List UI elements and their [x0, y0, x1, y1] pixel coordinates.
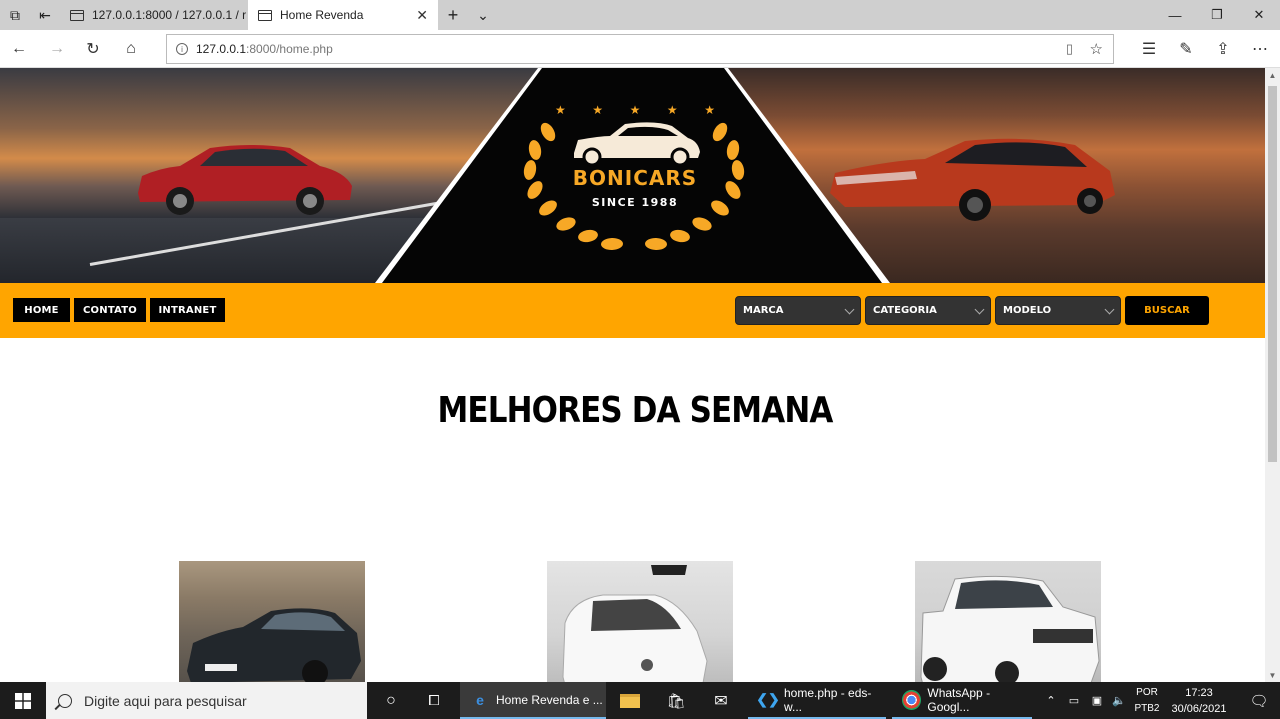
tab-label: Home Revenda — [280, 8, 364, 22]
back-arrow-icon[interactable]: ← — [4, 34, 34, 64]
vertical-scrollbar[interactable]: ▲ ▼ — [1265, 68, 1280, 682]
star-icon: ★ — [555, 103, 566, 117]
info-icon[interactable]: i — [176, 43, 188, 55]
mail-icon[interactable]: ✉ — [700, 682, 742, 719]
address-bar[interactable]: i 127.0.0.1:8000/home.php ▯ ☆ — [166, 34, 1114, 64]
notifications-icon[interactable]: 🗨 — [1238, 682, 1280, 719]
modelo-select-value: MODELO — [1003, 305, 1052, 316]
taskbar-app-label: WhatsApp - Googl... — [927, 685, 991, 714]
cortana-icon[interactable]: ○ — [372, 682, 410, 719]
tab-label: 127.0.0.1:8000 / 127.0.0.1 / r — [92, 8, 247, 22]
hero-banner: ★ ★ ★ ★ ★ BONICARS SINCE 1988 — [0, 68, 1265, 283]
marca-select-value: MARCA — [743, 305, 784, 316]
tab-list-chevron-icon[interactable]: ⌄ — [468, 0, 498, 30]
marca-select[interactable]: MARCA — [735, 296, 861, 325]
taskbar-app-label: home.php - eds-w... — [784, 685, 872, 714]
taskbar-clock[interactable]: 17:23 30/06/2021 — [1160, 685, 1238, 717]
page-icon — [70, 9, 84, 21]
url-path: :8000/home.php — [246, 42, 333, 56]
taskbar-app-chrome[interactable]: WhatsApp - Googl... — [892, 682, 1032, 719]
more-options-icon[interactable]: ⋯ — [1245, 34, 1275, 64]
buscar-button[interactable]: BUSCAR — [1125, 296, 1209, 325]
chevron-down-icon — [974, 304, 985, 315]
star-icon: ★ — [592, 103, 604, 117]
language-code: POR — [1136, 687, 1158, 698]
minimize-icon[interactable]: — — [1154, 0, 1196, 30]
section-title: MELHORES DA SEMANA — [437, 390, 833, 431]
restore-icon[interactable]: ❐ — [1196, 0, 1238, 30]
url-host: 127.0.0.1 — [196, 42, 247, 56]
favorite-star-icon[interactable]: ☆ — [1090, 40, 1103, 58]
menu-intranet-button[interactable]: INTRANET — [150, 298, 225, 322]
share-icon[interactable]: ⇪ — [1208, 34, 1238, 64]
clock-date: 30/06/2021 — [1171, 703, 1227, 715]
brand-since-text: SINCE 1988 — [591, 196, 679, 209]
taskbar-app-label: Home Revenda e ... — [496, 692, 603, 707]
forward-arrow-icon[interactable]: → — [42, 34, 72, 64]
network-icon[interactable]: ▣ — [1086, 682, 1108, 719]
browser-chrome: ⧉ ⇤ 127.0.0.1:8000 / 127.0.0.1 / r Home … — [0, 0, 1280, 68]
clock-time: 17:23 — [1185, 687, 1213, 699]
close-window-icon[interactable]: ✕ — [1238, 0, 1280, 30]
favorites-list-icon[interactable]: ☰ — [1134, 34, 1164, 64]
navigation-bar: ← → ↻ ⌂ i 127.0.0.1:8000/home.php ▯ ☆ ☰ … — [0, 30, 1280, 68]
menu-bar: HOME CONTATO INTRANET MARCA CATEGORIA MO… — [0, 283, 1265, 338]
star-icon: ★ — [704, 103, 715, 117]
white-pickup-image — [920, 575, 1100, 682]
keyboard-layout: PTB2 — [1134, 703, 1160, 714]
star-icon: ★ — [629, 103, 641, 117]
scroll-up-icon[interactable]: ▲ — [1265, 68, 1280, 82]
tab-manager-icon[interactable]: ⧉ — [0, 0, 30, 30]
home-icon[interactable]: ⌂ — [116, 34, 146, 64]
page-viewport: ★ ★ ★ ★ ★ BONICARS SINCE 1988 HOME CONTATO I… — [0, 68, 1265, 682]
tab-bar: ⧉ ⇤ 127.0.0.1:8000 / 127.0.0.1 / r Home … — [0, 0, 1280, 30]
close-tab-icon[interactable]: ✕ — [416, 7, 428, 24]
menu-contato-button[interactable]: CONTATO — [74, 298, 146, 322]
tab-home-revenda[interactable]: Home Revenda ✕ — [248, 0, 438, 30]
star-icon: ★ — [666, 103, 678, 117]
page-icon — [258, 9, 272, 21]
search-icon — [58, 693, 72, 708]
volume-icon[interactable]: 🔈 — [1108, 682, 1130, 719]
scroll-down-icon[interactable]: ▼ — [1265, 668, 1280, 682]
categoria-select-value: CATEGORIA — [873, 305, 937, 316]
vscode-icon: ❮❯ — [756, 691, 780, 707]
refresh-icon[interactable]: ↻ — [78, 34, 108, 64]
tray-expand-chevron-icon[interactable]: ⌃ — [1042, 682, 1060, 719]
task-view-icon[interactable]: ⧠ — [414, 682, 454, 719]
taskbar-search-box[interactable]: Digite aqui para pesquisar — [46, 682, 367, 719]
battery-icon[interactable]: ▭ — [1064, 682, 1084, 719]
brand-logo-text: BONICARS — [572, 166, 698, 190]
categoria-select[interactable]: CATEGORIA — [865, 296, 991, 325]
car-thumbnail-porsche[interactable] — [179, 561, 365, 682]
white-hatchback-image — [562, 565, 708, 682]
scrollbar-thumb[interactable] — [1268, 86, 1277, 462]
start-button[interactable] — [0, 682, 46, 719]
car-thumbnail-s10[interactable] — [915, 561, 1101, 682]
pen-notes-icon[interactable]: ✎ — [1171, 34, 1201, 64]
file-explorer-icon[interactable] — [612, 682, 648, 719]
logo-stars: ★ ★ ★ ★ ★ — [555, 103, 715, 117]
modelo-select[interactable]: MODELO — [995, 296, 1121, 325]
taskbar-app-edge[interactable]: e Home Revenda e ... — [460, 682, 606, 719]
windows-logo-icon — [15, 692, 31, 709]
edge-icon: e — [476, 691, 484, 708]
language-indicator[interactable]: POR PTB2 — [1132, 685, 1162, 717]
tab-phpmyadmin[interactable]: 127.0.0.1:8000 / 127.0.0.1 / r — [60, 0, 248, 30]
store-icon[interactable]: 🛍 — [656, 682, 696, 719]
new-tab-icon[interactable]: + — [438, 0, 468, 30]
taskbar-app-vscode[interactable]: ❮❯ home.php - eds-w... — [748, 682, 886, 719]
windows-taskbar: Digite aqui para pesquisar ○ ⧠ e Home Re… — [0, 682, 1280, 719]
taskbar-search-placeholder: Digite aqui para pesquisar — [84, 692, 247, 709]
dark-sedan-image — [187, 608, 361, 682]
chevron-down-icon — [844, 304, 855, 315]
car-thumbnail-up[interactable] — [547, 561, 733, 682]
chrome-icon — [902, 689, 922, 710]
menu-home-button[interactable]: HOME — [13, 298, 70, 322]
set-aside-tabs-icon[interactable]: ⇤ — [30, 0, 60, 30]
chevron-down-icon — [1104, 304, 1115, 315]
reading-view-icon[interactable]: ▯ — [1066, 41, 1073, 57]
